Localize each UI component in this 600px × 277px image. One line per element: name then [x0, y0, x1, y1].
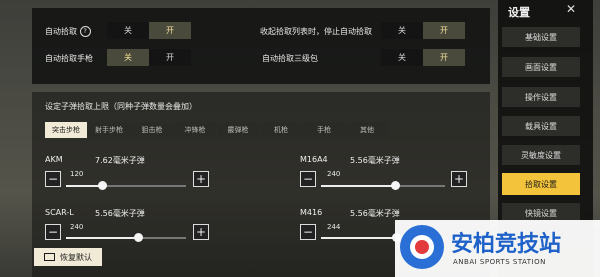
toggle-off[interactable]: 关 — [381, 49, 423, 66]
tab-pistol[interactable]: 手枪 — [303, 122, 345, 138]
watermark-title: 安柏竞技站 — [451, 232, 562, 257]
decrease-button[interactable]: − — [300, 171, 316, 187]
tab-smg[interactable]: 冲锋枪 — [174, 122, 216, 138]
ammo-value: 240 — [327, 170, 341, 178]
decrease-button[interactable]: − — [300, 224, 316, 240]
restore-icon — [44, 253, 55, 261]
increase-button[interactable]: + — [193, 171, 209, 187]
auto-pickup-lvl3-bag-label: 自动拾取三级包 — [262, 54, 318, 63]
sidebar-item-vehicle[interactable]: 载具设置 — [502, 116, 580, 136]
sidebar-item-basic[interactable]: 基础设置 — [502, 27, 580, 47]
toggle-off[interactable]: 关 — [381, 22, 423, 39]
tab-marksman-rifle[interactable]: 射手步枪 — [88, 122, 130, 138]
ammo-type: 5.56毫米子弹 — [95, 209, 145, 218]
toggle-on[interactable]: 开 — [423, 22, 465, 39]
sidebar-item-graphics[interactable]: 画面设置 — [502, 57, 580, 77]
auto-pickup-toggle[interactable]: 关 开 — [107, 22, 191, 39]
tab-sniper-rifle[interactable]: 狙击枪 — [131, 122, 173, 138]
slider-fill — [66, 237, 138, 239]
weapon-name: AKM — [45, 155, 63, 164]
watermark-logo-icon — [400, 225, 444, 269]
close-icon[interactable]: ✕ — [562, 2, 580, 18]
auto-pickup-pistol-label: 自动拾取手枪 — [45, 54, 93, 63]
ammo-slider[interactable] — [66, 233, 186, 242]
increase-button[interactable]: + — [451, 171, 467, 187]
slider-fill — [321, 237, 397, 239]
sidebar-item-pickup[interactable]: 拾取设置 — [502, 173, 580, 195]
weapon-name: M416 — [300, 208, 323, 217]
sidebar-item-controls[interactable]: 操作设置 — [502, 87, 580, 107]
toggle-on[interactable]: 开 — [149, 22, 191, 39]
ammo-section-title: 设定子弹拾取上限（同种子弹数量会叠加） — [45, 102, 197, 111]
toggle-off[interactable]: 关 — [107, 49, 149, 66]
restore-default-label: 恢复默认 — [60, 252, 92, 262]
slider-knob[interactable] — [133, 233, 143, 242]
increase-button[interactable]: + — [193, 224, 209, 240]
auto-pickup-pistol-toggle[interactable]: 关 开 — [107, 49, 191, 66]
tab-assault-rifle[interactable]: 突击步枪 — [45, 122, 87, 138]
ammo-value: 244 — [327, 223, 341, 231]
toggle-on[interactable]: 开 — [423, 49, 465, 66]
weapon-name: SCAR-L — [45, 208, 74, 217]
restore-default-button[interactable]: 恢复默认 — [34, 248, 102, 266]
ammo-value: 240 — [70, 223, 84, 231]
weapon-name: M16A4 — [300, 155, 328, 164]
slider-knob[interactable] — [390, 181, 400, 190]
weapon-tabs: 突击步枪 射手步枪 狙击枪 冲锋枪 霰弹枪 机枪 手枪 其他 — [45, 122, 389, 138]
ammo-slider[interactable] — [321, 181, 445, 190]
settings-title: 设置 — [508, 6, 530, 19]
watermark: 安柏竞技站 ANBAI SPORTS STATION — [395, 220, 600, 277]
stop-auto-pickup-label: 收起拾取列表时，停止自动拾取 — [260, 27, 372, 36]
stop-auto-pickup-toggle[interactable]: 关 开 — [381, 22, 465, 39]
ammo-type: 7.62毫米子弹 — [95, 156, 145, 165]
auto-pickup-label: 自动拾取 ? — [45, 26, 91, 37]
tab-other[interactable]: 其他 — [346, 122, 388, 138]
watermark-subtitle: ANBAI SPORTS STATION — [453, 258, 546, 266]
auto-pickup-lvl3-bag-toggle[interactable]: 关 开 — [381, 49, 465, 66]
ammo-value: 120 — [70, 170, 84, 178]
decrease-button[interactable]: − — [45, 171, 61, 187]
toggle-on[interactable]: 开 — [149, 49, 191, 66]
slider-fill — [66, 185, 102, 187]
toggle-off[interactable]: 关 — [107, 22, 149, 39]
tab-shotgun[interactable]: 霰弹枪 — [217, 122, 259, 138]
ammo-type: 5.56毫米子弹 — [350, 209, 400, 218]
slider-knob[interactable] — [97, 181, 107, 190]
help-icon[interactable]: ? — [79, 26, 91, 37]
sidebar-item-sensitivity[interactable]: 灵敏度设置 — [502, 145, 580, 165]
ammo-slider[interactable] — [66, 181, 186, 190]
auto-pickup-text: 自动拾取 — [45, 27, 77, 36]
decrease-button[interactable]: − — [45, 224, 61, 240]
tab-machine-gun[interactable]: 机枪 — [260, 122, 302, 138]
ammo-type: 5.56毫米子弹 — [350, 156, 400, 165]
pickup-options-panel — [32, 8, 490, 84]
slider-fill — [321, 185, 396, 187]
